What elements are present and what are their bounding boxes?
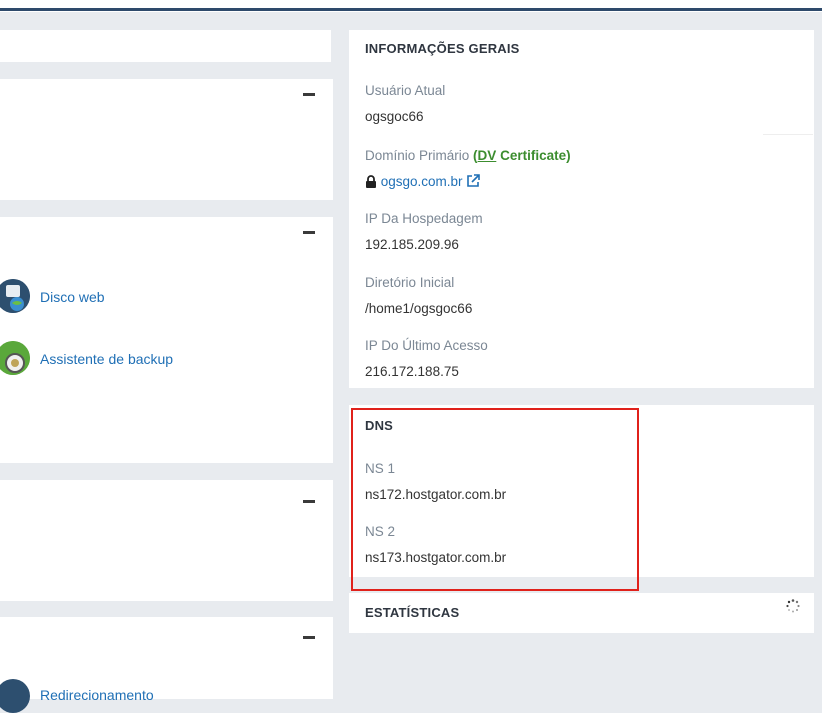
top-bar xyxy=(0,0,822,12)
lock-icon xyxy=(365,175,377,191)
files-panel: Disco web Assistente de backup xyxy=(0,217,333,463)
web-disk-icon[interactable] xyxy=(0,279,30,313)
web-disk-icon-graphic xyxy=(0,279,30,313)
dns-highlight-box xyxy=(351,408,639,591)
certificate-rest: Certificate) xyxy=(496,148,571,163)
general-info-panel: INFORMAÇÕES GERAIS Usuário Atual ogsgoc6… xyxy=(349,30,814,388)
primary-domain-link[interactable]: ogsgo.com.br xyxy=(381,174,463,189)
collapse-icon[interactable] xyxy=(303,636,315,639)
certificate-link[interactable]: DV xyxy=(478,148,497,163)
collapse-icon[interactable] xyxy=(303,231,315,234)
collapse-icon[interactable] xyxy=(303,500,315,503)
general-info-title: INFORMAÇÕES GERAIS xyxy=(365,41,520,56)
home-dir-value: /home1/ogsgoc66 xyxy=(365,301,473,316)
app-link-web-disk[interactable]: Disco web xyxy=(40,289,105,305)
left-panel-3 xyxy=(0,480,333,601)
current-user-value: ogsgoc66 xyxy=(365,109,424,124)
hosting-ip-value: 192.185.209.96 xyxy=(365,237,459,252)
primary-domain-label: Domínio Primário xyxy=(365,148,470,163)
home-dir-label: Diretório Inicial xyxy=(365,275,455,290)
collapse-icon[interactable] xyxy=(303,93,315,96)
search-card xyxy=(0,30,331,62)
current-user-label: Usuário Atual xyxy=(365,83,446,98)
loading-spinner-icon xyxy=(786,599,800,613)
primary-domain-row: ogsgo.com.br xyxy=(365,174,481,191)
divider xyxy=(763,134,813,135)
last-ip-value: 216.172.188.75 xyxy=(365,364,459,379)
app-link-backup-wizard[interactable]: Assistente de backup xyxy=(40,351,173,367)
stats-panel: ESTATÍSTICAS xyxy=(349,593,814,633)
left-panel-1 xyxy=(0,79,333,200)
domains-panel: Redirecionamento xyxy=(0,617,333,713)
primary-domain-label-row: Domínio Primário (DV Certificate) xyxy=(365,148,571,163)
backup-wizard-icon-graphic xyxy=(0,341,30,375)
backup-wizard-icon[interactable] xyxy=(0,341,30,375)
app-link-redirect[interactable]: Redirecionamento xyxy=(40,687,154,703)
certificate-status: (DV Certificate) xyxy=(473,148,571,163)
stats-title: ESTATÍSTICAS xyxy=(365,605,460,620)
redirect-icon[interactable] xyxy=(0,679,30,713)
last-ip-label: IP Do Último Acesso xyxy=(365,338,488,353)
top-bar-line xyxy=(0,8,822,11)
external-link-icon[interactable] xyxy=(466,174,481,191)
hosting-ip-label: IP Da Hospedagem xyxy=(365,211,483,226)
